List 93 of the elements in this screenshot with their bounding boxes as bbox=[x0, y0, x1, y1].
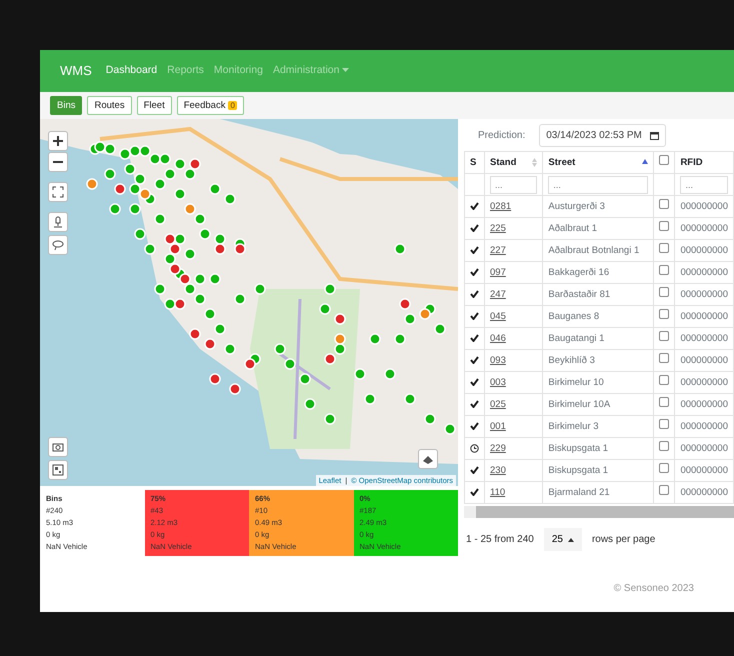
table-cell: Bauganes 8 bbox=[542, 306, 654, 328]
stand-link[interactable]: 025 bbox=[490, 398, 506, 410]
stand-link[interactable]: 046 bbox=[490, 332, 506, 344]
column-header[interactable]: S bbox=[464, 152, 484, 174]
zoom-out-button[interactable] bbox=[48, 152, 68, 172]
table-cell: 000000000 bbox=[674, 218, 734, 240]
lasso-icon[interactable] bbox=[52, 239, 64, 252]
fullscreen-icon[interactable] bbox=[52, 186, 64, 198]
row-checkbox[interactable] bbox=[659, 353, 670, 364]
table-cell: 000000000 bbox=[674, 350, 734, 372]
prediction-label: Prediction: bbox=[478, 129, 526, 144]
table-cell: Austurgerði 3 bbox=[542, 196, 654, 218]
pagination-label: rows per page bbox=[592, 533, 656, 548]
stand-link[interactable]: 110 bbox=[490, 486, 506, 498]
table-cell: Aðalbraut Botnlangi 1 bbox=[542, 240, 654, 262]
table-cell: Beykihlíð 3 bbox=[542, 350, 654, 372]
select-all-checkbox[interactable] bbox=[659, 155, 670, 166]
caret-up-icon[interactable] bbox=[568, 538, 574, 542]
row-checkbox[interactable] bbox=[659, 199, 670, 210]
zoom-in-icon[interactable] bbox=[52, 135, 64, 148]
table-cell: Biskupsgata 1 bbox=[542, 438, 654, 460]
qr-code-icon[interactable] bbox=[52, 464, 64, 476]
row-checkbox[interactable] bbox=[659, 331, 670, 342]
table-cell: 000000000 bbox=[674, 306, 734, 328]
row-checkbox[interactable] bbox=[659, 485, 670, 496]
table-cell: 000000000 bbox=[674, 394, 734, 416]
tab-button[interactable]: Routes bbox=[87, 96, 132, 116]
row-checkbox[interactable] bbox=[659, 265, 670, 276]
row-checkbox[interactable] bbox=[659, 287, 670, 298]
row-checkbox[interactable] bbox=[659, 243, 670, 254]
table-cell: 000000000 bbox=[674, 482, 734, 504]
row-checkbox[interactable] bbox=[659, 397, 670, 408]
pin-icon[interactable] bbox=[52, 216, 64, 228]
stand-link[interactable]: 227 bbox=[490, 244, 506, 256]
table-cell: 000000000 bbox=[674, 284, 734, 306]
table-cell: 000000000 bbox=[674, 372, 734, 394]
row-checkbox[interactable] bbox=[659, 419, 670, 430]
zoom-in-button[interactable] bbox=[48, 131, 68, 152]
table-cell: Barðastaðir 81 bbox=[542, 284, 654, 306]
column-header[interactable]: RFID bbox=[674, 152, 734, 174]
pin-button[interactable] bbox=[48, 212, 68, 232]
table-cell: Baugatangi 1 bbox=[542, 328, 654, 350]
copyright-text: © Sensoneo 2023 bbox=[614, 582, 694, 596]
stand-link[interactable]: 097 bbox=[490, 266, 506, 278]
row-checkbox[interactable] bbox=[659, 221, 670, 232]
table-cell: 000000000 bbox=[674, 240, 734, 262]
qr-code-button[interactable] bbox=[48, 460, 68, 480]
table-cell: 000000000 bbox=[674, 328, 734, 350]
date-time-field[interactable]: 03/14/2023 02:53 PM bbox=[539, 124, 666, 148]
table-cell: 000000000 bbox=[674, 460, 734, 482]
row-checkbox[interactable] bbox=[659, 463, 670, 474]
table-cell: 000000000 bbox=[674, 196, 734, 218]
stand-link[interactable]: 045 bbox=[490, 310, 506, 322]
table-cell: 000000000 bbox=[674, 438, 734, 460]
tab-button[interactable]: Fleet bbox=[136, 96, 172, 116]
column-header[interactable]: Stand bbox=[484, 152, 543, 174]
stand-link[interactable]: 229 bbox=[490, 442, 506, 454]
calendar-icon[interactable] bbox=[650, 131, 659, 140]
table-cell: Bakkagerði 16 bbox=[542, 262, 654, 284]
table-cell: 000000000 bbox=[674, 416, 734, 438]
row-checkbox[interactable] bbox=[659, 375, 670, 386]
stand-link[interactable]: 230 bbox=[490, 464, 506, 476]
stand-link[interactable]: 003 bbox=[490, 376, 506, 388]
fullscreen-button[interactable] bbox=[48, 182, 68, 202]
stand-link[interactable]: 001 bbox=[490, 420, 506, 432]
camera-button[interactable] bbox=[48, 437, 68, 458]
page-size-select[interactable]: 25 bbox=[544, 528, 582, 552]
filter-field[interactable]: ... bbox=[548, 176, 648, 194]
row-checkbox[interactable] bbox=[659, 441, 670, 452]
lasso-button[interactable] bbox=[48, 235, 68, 256]
stand-link[interactable]: 225 bbox=[490, 222, 506, 234]
stand-link[interactable]: 093 bbox=[490, 354, 506, 366]
camera-icon[interactable] bbox=[52, 441, 64, 454]
table-cell: 000000000 bbox=[674, 262, 734, 284]
table-cell: Aðalbraut 1 bbox=[542, 218, 654, 240]
tab-button[interactable]: Bins bbox=[50, 96, 82, 116]
tab-button[interactable]: Feedback 0 bbox=[176, 96, 244, 116]
filter-field[interactable]: ... bbox=[680, 176, 728, 194]
row-checkbox[interactable] bbox=[659, 309, 670, 320]
table-cell: Birkimelur 3 bbox=[542, 416, 654, 438]
filter-field[interactable]: ... bbox=[490, 176, 538, 194]
sort-ascending-icon[interactable] bbox=[642, 158, 648, 164]
stand-link[interactable]: 0281 bbox=[490, 200, 512, 212]
layers-button[interactable] bbox=[418, 449, 438, 470]
table-cell: Bjarmaland 21 bbox=[542, 482, 654, 504]
layers-icon[interactable] bbox=[422, 453, 434, 466]
column-header[interactable]: Street bbox=[542, 152, 654, 174]
stand-link[interactable]: 247 bbox=[490, 288, 506, 300]
table-cell: Birkimelur 10A bbox=[542, 394, 654, 416]
horizontal-scrollbar[interactable] bbox=[464, 506, 734, 518]
table-cell: Birkimelur 10 bbox=[542, 372, 654, 394]
table-cell: Biskupsgata 1 bbox=[542, 460, 654, 482]
pagination-range: 1 - 25 from 240 bbox=[466, 533, 534, 548]
